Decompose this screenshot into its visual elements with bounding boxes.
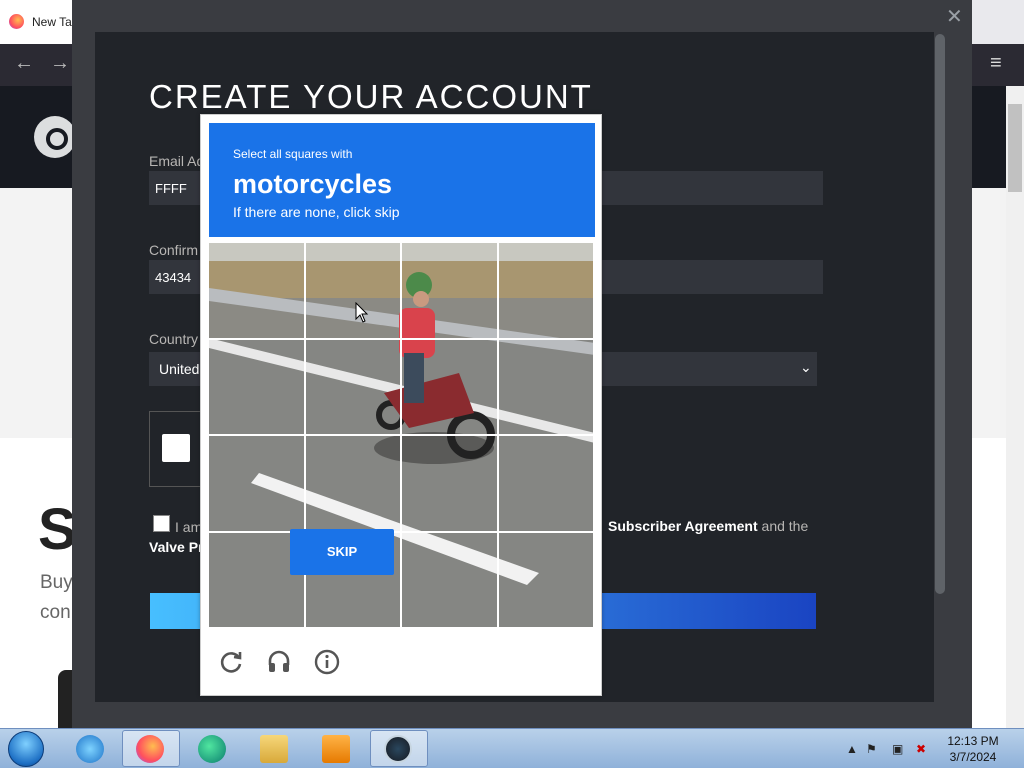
clock-time: 12:13 PM — [947, 734, 999, 748]
system-clock[interactable]: 12:13 PM 3/7/2024 — [940, 733, 1006, 765]
captcha-challenge: Select all squares with motorcycles If t… — [200, 114, 602, 696]
scrollbar-thumb[interactable] — [1008, 104, 1022, 192]
edge-icon — [198, 735, 226, 763]
captcha-subinstruction: If there are none, click skip — [233, 204, 400, 220]
hero-heading: S — [38, 497, 77, 562]
subscriber-agreement-link[interactable]: Subscriber Agreement — [608, 518, 758, 534]
mouse-cursor-icon — [355, 302, 369, 323]
forward-button[interactable]: → — [50, 52, 70, 75]
captcha-image-grid — [209, 243, 595, 629]
menu-button[interactable]: ≡ — [990, 52, 1002, 75]
captcha-tile[interactable] — [305, 436, 402, 533]
captcha-target: motorcycles — [233, 169, 393, 199]
captcha-tile[interactable] — [498, 243, 595, 340]
browser-tab[interactable]: New Ta — [0, 0, 72, 44]
skip-button[interactable]: SKIP — [290, 529, 394, 575]
media-player-icon — [322, 735, 350, 763]
agree-text: I am — [175, 519, 203, 535]
captcha-tile[interactable] — [498, 339, 595, 436]
hero-line: Buy — [40, 572, 73, 593]
captcha-tile[interactable] — [305, 339, 402, 436]
captcha-tile[interactable] — [402, 436, 499, 533]
show-hidden-icons[interactable]: ▲ — [846, 742, 858, 756]
captcha-tile[interactable] — [402, 532, 499, 629]
hero-text: Buy con — [40, 568, 73, 628]
captcha-instruction: Select all squares with — [233, 147, 353, 161]
back-button[interactable]: ← — [14, 52, 34, 75]
firefox-icon — [136, 735, 164, 763]
start-button[interactable] — [8, 731, 44, 767]
captcha-tile[interactable] — [402, 243, 499, 340]
firefox-tab-icon — [9, 14, 24, 29]
email-label: Email Ad — [149, 153, 205, 169]
steam-logo-icon — [34, 116, 76, 158]
captcha-header: Select all squares with motorcycles If t… — [209, 123, 595, 237]
captcha-tile[interactable] — [305, 243, 402, 340]
captcha-tile[interactable] — [209, 339, 306, 436]
volume-muted-icon[interactable]: ✖ — [916, 742, 926, 756]
info-icon[interactable] — [314, 649, 340, 675]
agree-text-links: Subscriber Agreement and the — [608, 518, 808, 534]
audio-icon[interactable] — [266, 649, 292, 675]
country-label: Country — [149, 331, 199, 347]
recaptcha-checkbox[interactable] — [162, 434, 190, 462]
captcha-tile[interactable] — [209, 436, 306, 533]
explorer-icon — [260, 735, 288, 763]
captcha-tile[interactable] — [209, 243, 306, 340]
page-title: CREATE YOUR ACCOUNT — [149, 78, 593, 115]
close-icon[interactable]: ✕ — [946, 4, 963, 29]
clock-date: 3/7/2024 — [949, 750, 997, 764]
confirm-email-label: Confirm — [149, 242, 199, 258]
hero-line: con — [40, 602, 71, 623]
page-scrollbar[interactable] — [1006, 86, 1024, 728]
modal-scrollbar[interactable] — [935, 34, 945, 594]
agree-checkbox[interactable] — [153, 515, 170, 532]
tab-title: New Ta — [32, 15, 72, 29]
ie-icon — [76, 735, 104, 763]
chevron-down-icon: ⌄ — [800, 359, 812, 375]
captcha-tile[interactable] — [498, 532, 595, 629]
captcha-tile[interactable] — [498, 436, 595, 533]
reload-icon[interactable] — [219, 649, 245, 675]
captcha-footer — [209, 633, 595, 693]
captcha-tile[interactable] — [402, 339, 499, 436]
privacy-policy-link[interactable]: Valve Pr — [149, 539, 204, 555]
steam-icon — [384, 735, 412, 763]
flag-icon[interactable]: ⚑ — [866, 742, 877, 756]
agree-mid-text: and the — [757, 518, 809, 534]
network-icon[interactable]: ▣ — [892, 742, 903, 756]
